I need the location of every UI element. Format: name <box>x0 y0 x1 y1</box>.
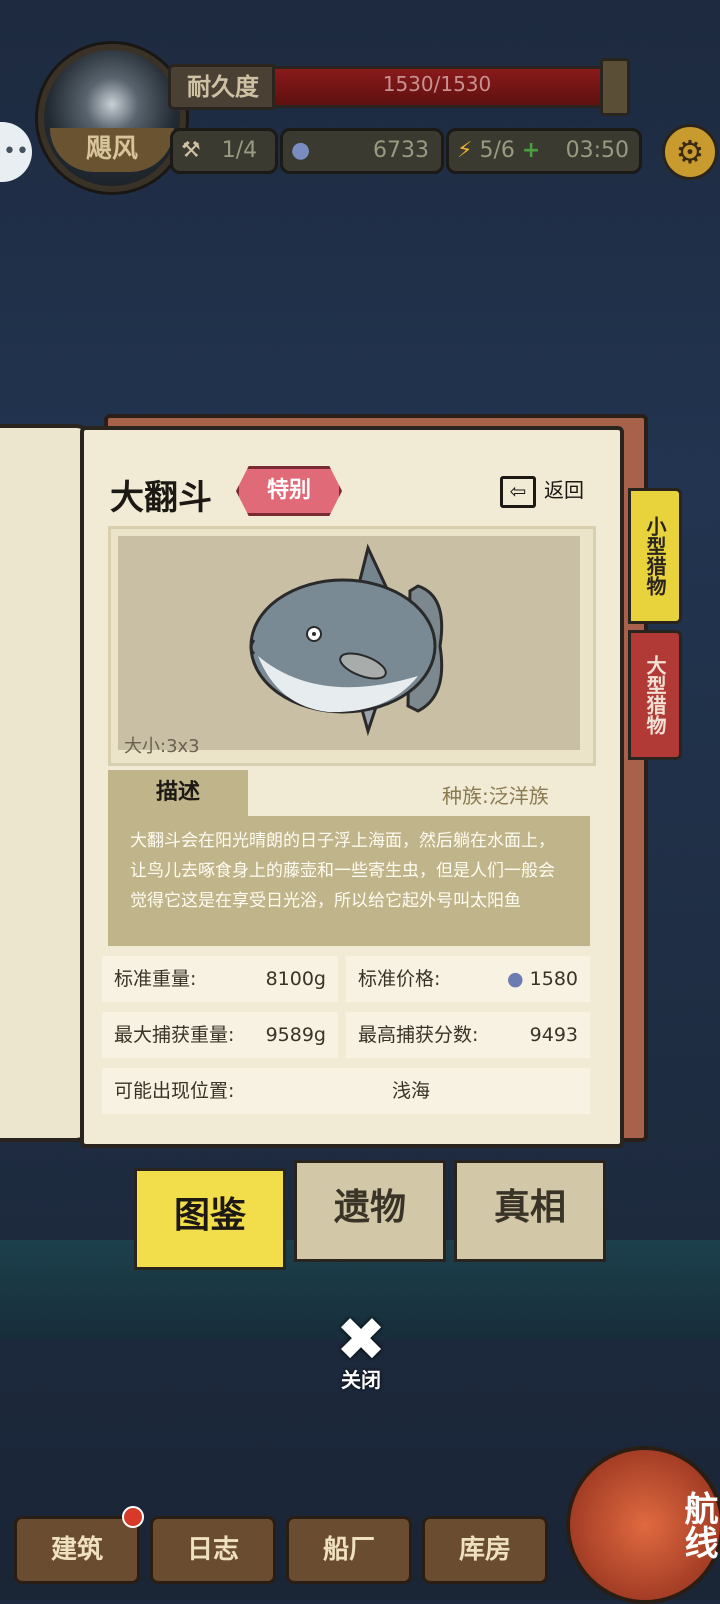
tab-relics[interactable]: 遗物 <box>294 1160 446 1262</box>
close-icon[interactable]: ✖ <box>330 1310 392 1370</box>
stat-value: 浅海 <box>392 1080 431 1102</box>
tab-small-prey[interactable]: 小型猎物 <box>628 488 682 624</box>
sunfish-illustration <box>249 543 444 737</box>
creature-name: 大翻斗 <box>110 478 212 518</box>
stat-value: 9493 <box>529 1024 578 1046</box>
nav-log[interactable]: 日志 <box>150 1516 276 1584</box>
price-value: 1580 <box>529 968 578 990</box>
durability-label: 耐久度 <box>168 64 278 110</box>
energy-timer: 03:50 <box>565 138 629 163</box>
tab-truth[interactable]: 真相 <box>454 1160 606 1262</box>
chat-button[interactable]: •• <box>0 122 32 182</box>
durability-value: 1530/1530 <box>382 72 492 96</box>
stat-label: 标准重量: <box>114 968 197 990</box>
stat-value: 9589g <box>265 1024 326 1046</box>
creature-size: 大小:3x3 <box>124 736 200 757</box>
stat-standard-price: 标准价格: ● 1580 <box>346 956 590 1002</box>
nav-build[interactable]: 建筑 <box>14 1516 140 1584</box>
coin-value: 6733 <box>373 138 429 163</box>
coin-creature-icon: ● <box>291 138 311 163</box>
notification-dot <box>122 1506 144 1528</box>
back-button[interactable]: ⇦ 返回 <box>500 474 584 508</box>
add-energy-icon[interactable]: + <box>522 138 540 163</box>
lightning-icon: ⚡ <box>457 138 473 163</box>
tools-value: 1/4 <box>221 138 258 163</box>
stat-value: ● 1580 <box>507 956 578 1002</box>
hammer-icon: ⚒ <box>181 138 201 163</box>
energy-value: 5/6 <box>479 138 515 163</box>
nav-warehouse[interactable]: 库房 <box>422 1516 548 1584</box>
stat-value: 8100g <box>265 968 326 990</box>
creature-race: 种族:泛洋族 <box>442 784 549 808</box>
tools-counter: ⚒ 1/4 <box>170 128 278 174</box>
stat-standard-weight: 标准重量: 8100g <box>102 956 338 1002</box>
stat-label: 标准价格: <box>358 968 441 990</box>
back-label: 返回 <box>544 478 584 502</box>
stat-max-score: 最高捕获分数: 9493 <box>346 1012 590 1058</box>
creature-description: 大翻斗会在阳光晴朗的日子浮上海面，然后躺在水面上，让鸟儿去啄食身上的藤壶和一些寄… <box>108 816 590 946</box>
durability-bar-cap <box>600 58 630 116</box>
stat-label: 最高捕获分数: <box>358 1024 479 1046</box>
nav-shipyard[interactable]: 船厂 <box>286 1516 412 1584</box>
tab-large-prey[interactable]: 大型猎物 <box>628 630 682 760</box>
stat-location: 可能出现位置: 浅海 <box>102 1068 590 1114</box>
stat-label: 最大捕获重量: <box>114 1024 235 1046</box>
energy-counter: ⚡ 5/6 + 03:50 <box>446 128 642 174</box>
coin-creature-icon: ● <box>507 968 524 990</box>
back-arrow-icon: ⇦ <box>500 475 536 508</box>
coin-counter: ● 6733 <box>280 128 444 174</box>
rarity-badge: 特别 <box>236 466 342 516</box>
stat-max-weight: 最大捕获重量: 9589g <box>102 1012 338 1058</box>
route-button[interactable]: 航线 <box>566 1446 720 1604</box>
stat-label: 可能出现位置: <box>114 1080 235 1102</box>
tab-codex[interactable]: 图鉴 <box>134 1168 286 1270</box>
close-label[interactable]: 关闭 <box>330 1364 392 1393</box>
creature-image <box>118 536 580 750</box>
description-tab: 描述 <box>108 770 248 816</box>
settings-gear-icon[interactable]: ⚙ <box>662 124 718 180</box>
